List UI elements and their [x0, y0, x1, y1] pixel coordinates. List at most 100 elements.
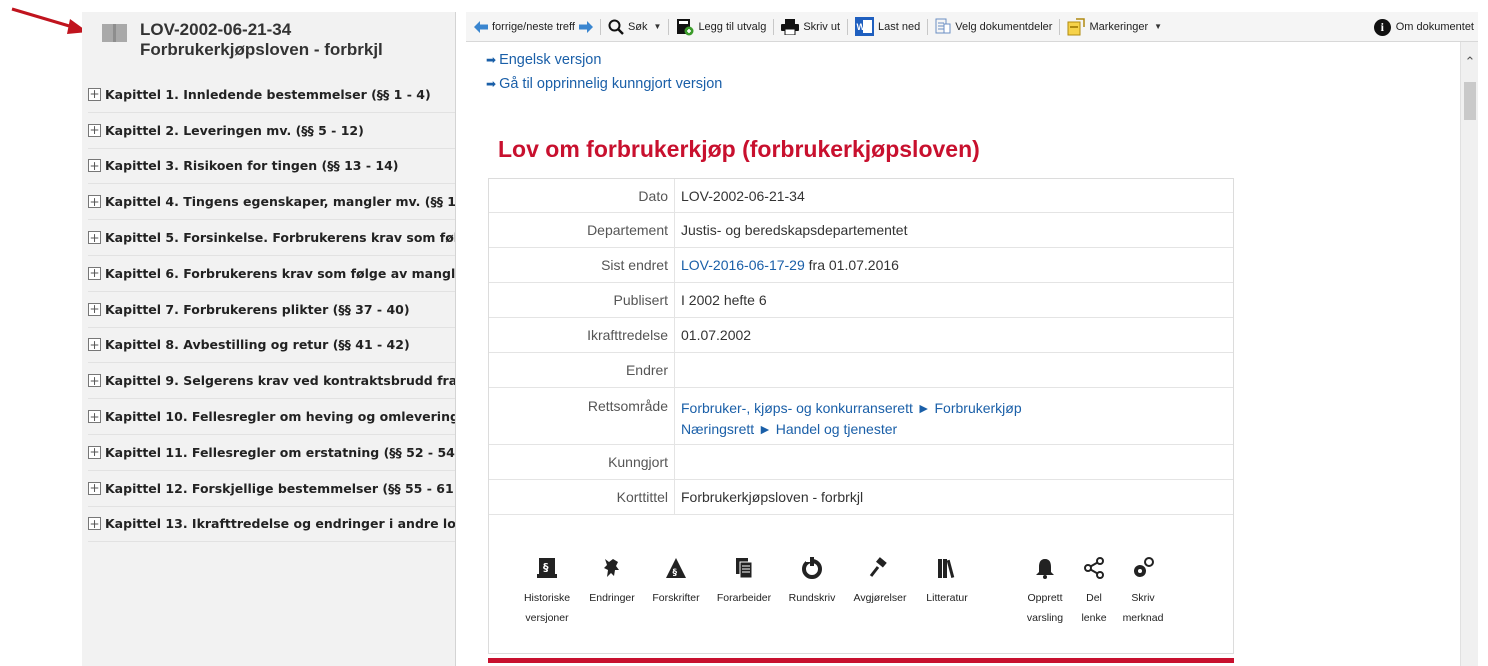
chapter-label[interactable]: Kapittel 2. Leveringen mv. (§§ 5 - 12)	[105, 123, 364, 138]
print-label[interactable]: Skriv ut	[803, 21, 840, 33]
add-to-selection-label[interactable]: Legg til utvalg	[698, 21, 766, 33]
create-alert-label-2[interactable]: varsling	[1019, 607, 1071, 630]
literature-label[interactable]: Litteratur	[914, 587, 980, 610]
highlighter-icon	[1067, 17, 1086, 35]
vertical-scrollbar[interactable]: ⌃	[1460, 42, 1478, 666]
expand-plus-icon[interactable]: +	[88, 87, 101, 101]
decisions-button[interactable]: Avgjørelser	[846, 557, 914, 610]
expand-plus-icon[interactable]: +	[88, 195, 101, 209]
metadata-label: Kunngjort	[489, 444, 675, 480]
markings-button[interactable]: Markeringer ▼	[1067, 17, 1162, 36]
chapter-label[interactable]: Kapittel 9. Selgerens krav ved kontrakts…	[105, 373, 455, 388]
download-label[interactable]: Last ned	[878, 21, 920, 33]
expand-plus-icon[interactable]: +	[88, 374, 101, 388]
expand-plus-icon[interactable]: +	[88, 123, 101, 137]
chapter-label[interactable]: Kapittel 11. Fellesregler om erstatning …	[105, 445, 455, 460]
expand-plus-icon[interactable]: +	[88, 445, 101, 459]
expand-plus-icon[interactable]: +	[88, 231, 101, 245]
prev-next-hit-button[interactable]: forrige/neste treff	[474, 20, 593, 33]
chapter-label[interactable]: Kapittel 5. Forsinkelse. Forbrukerens kr…	[105, 230, 455, 245]
chapter-item[interactable]: + Kapittel 7. Forbrukerens plikter (§§ 37…	[88, 292, 455, 328]
gavel-icon	[869, 557, 887, 577]
changes-label[interactable]: Endringer	[582, 587, 642, 610]
select-document-parts-label[interactable]: Velg dokumentdeler	[955, 21, 1052, 33]
about-document-button[interactable]: i Om dokumentet	[1373, 12, 1474, 42]
metadata-label: Korttittel	[489, 479, 675, 515]
legal-area-link[interactable]: Næringsrett ► Handel og tjenester	[681, 419, 1233, 440]
expand-plus-icon[interactable]: +	[88, 159, 101, 173]
chapter-label[interactable]: Kapittel 7. Forbrukerens plikter (§§ 37 …	[105, 302, 410, 317]
write-note-button[interactable]: Skriv merknad	[1117, 557, 1169, 630]
search-label[interactable]: Søk	[628, 21, 648, 33]
chapter-item[interactable]: + Kapittel 6. Forbrukerens krav som følge…	[88, 256, 455, 292]
chapter-label[interactable]: Kapittel 13. Ikrafttredelse og endringer…	[105, 516, 455, 531]
preparatory-works-label[interactable]: Forarbeider	[710, 587, 778, 610]
scroll-up-chevron-icon[interactable]: ⌃	[1463, 56, 1477, 70]
about-document-label[interactable]: Om dokumentet	[1396, 21, 1474, 33]
chapter-item[interactable]: + Kapittel 12. Forskjellige bestemmelser …	[88, 471, 455, 507]
expand-plus-icon[interactable]: +	[88, 338, 101, 352]
write-note-label-2[interactable]: merknad	[1117, 607, 1169, 630]
original-version-link[interactable]: ➡ Gå til opprinnelig kunngjort versjon	[486, 76, 722, 92]
chapter-item[interactable]: + Kapittel 5. Forsinkelse. Forbrukerens k…	[88, 220, 455, 256]
literature-button[interactable]: Litteratur	[914, 557, 980, 610]
chapter-label[interactable]: Kapittel 1. Innledende bestemmelser (§§ …	[105, 87, 431, 102]
historical-versions-button[interactable]: § Historiske versjoner	[514, 557, 580, 630]
expand-plus-icon[interactable]: +	[88, 302, 101, 316]
chapter-item[interactable]: + Kapittel 13. Ikrafttredelse og endringe…	[88, 507, 455, 543]
chapter-label[interactable]: Kapittel 4. Tingens egenskaper, mangler …	[105, 194, 455, 209]
chapter-label[interactable]: Kapittel 12. Forskjellige bestemmelser (…	[105, 481, 455, 496]
expand-plus-icon[interactable]: +	[88, 266, 101, 280]
chapter-item[interactable]: + Kapittel 11. Fellesregler om erstatning…	[88, 435, 455, 471]
prev-next-label[interactable]: forrige/neste treff	[492, 21, 575, 33]
search-button[interactable]: Søk ▼	[608, 19, 661, 35]
expand-plus-icon[interactable]: +	[88, 481, 101, 495]
metadata-value: Forbruker-, kjøps- og konkurranserett ► …	[675, 388, 1233, 444]
document-actions-row: § Historiske versjoner Endringer § Forsk…	[489, 515, 1233, 653]
books-icon	[938, 559, 955, 578]
chapter-item[interactable]: + Kapittel 8. Avbestilling og retur (§§ 4…	[88, 328, 455, 364]
decisions-label[interactable]: Avgjørelser	[846, 587, 914, 610]
chapter-label[interactable]: Kapittel 3. Risikoen for tingen (§§ 13 -…	[105, 158, 398, 173]
info-icon: i	[1373, 18, 1391, 36]
english-version-link[interactable]: ➡ Engelsk versjon	[486, 52, 601, 68]
document-parts-icon	[935, 18, 951, 34]
metadata-value: I 2002 hefte 6	[681, 292, 767, 308]
chapter-item[interactable]: + Kapittel 1. Innledende bestemmelser (§§…	[88, 77, 455, 113]
chapter-item[interactable]: + Kapittel 10. Fellesregler om heving og …	[88, 399, 455, 435]
chapter-item[interactable]: + Kapittel 4. Tingens egenskaper, mangler…	[88, 184, 455, 221]
share-label-2[interactable]: lenke	[1074, 607, 1114, 630]
chapter-item[interactable]: + Kapittel 2. Leveringen mv. (§§ 5 - 12)	[88, 113, 455, 149]
arrow-right-icon: ➡	[486, 53, 497, 67]
historical-label-2[interactable]: versjoner	[514, 607, 580, 630]
expand-plus-icon[interactable]: +	[88, 410, 101, 424]
metadata-value: LOV-2002-06-21-34	[681, 187, 805, 204]
scrollbar-thumb[interactable]	[1464, 82, 1476, 120]
metadata-label: Endrer	[489, 352, 675, 388]
metadata-row: Ikrafttredelse 01.07.2002	[489, 317, 1233, 353]
print-button[interactable]: Skriv ut	[781, 18, 840, 35]
regulations-label[interactable]: Forskrifter	[644, 587, 708, 610]
chapter-item[interactable]: + Kapittel 3. Risikoen for tingen (§§ 13 …	[88, 149, 455, 185]
legal-area-link[interactable]: Forbruker-, kjøps- og konkurranserett ► …	[681, 398, 1233, 419]
markings-label[interactable]: Markeringer	[1089, 21, 1148, 33]
regulations-button[interactable]: § Forskrifter	[644, 557, 708, 610]
original-version-label[interactable]: Gå til opprinnelig kunngjort versjon	[499, 76, 722, 92]
select-document-parts-button[interactable]: Velg dokumentdeler	[935, 18, 1052, 35]
chapter-label[interactable]: Kapittel 10. Fellesregler om heving og o…	[105, 409, 455, 424]
download-button[interactable]: W Last ned	[855, 17, 920, 36]
add-to-selection-button[interactable]: Legg til utvalg	[676, 18, 766, 36]
table-of-contents-sidebar: LOV-2002-06-21-34 Forbrukerkjøpsloven - …	[82, 12, 456, 666]
expand-plus-icon[interactable]: +	[88, 517, 101, 531]
circulars-label[interactable]: Rundskriv	[780, 587, 844, 610]
preparatory-works-button[interactable]: Forarbeider	[710, 557, 778, 610]
chapter-label[interactable]: Kapittel 6. Forbrukerens krav som følge …	[105, 266, 455, 281]
circulars-button[interactable]: Rundskriv	[780, 557, 844, 610]
last-changed-link[interactable]: LOV-2016-06-17-29	[681, 257, 805, 273]
english-version-label[interactable]: Engelsk versjon	[499, 52, 601, 68]
chapter-item[interactable]: + Kapittel 9. Selgerens krav ved kontrakt…	[88, 363, 455, 400]
share-link-button[interactable]: Del lenke	[1074, 557, 1114, 630]
chapter-label[interactable]: Kapittel 8. Avbestilling og retur (§§ 41…	[105, 337, 410, 352]
create-alert-button[interactable]: Opprett varsling	[1019, 557, 1071, 630]
changes-button[interactable]: Endringer	[582, 557, 642, 610]
